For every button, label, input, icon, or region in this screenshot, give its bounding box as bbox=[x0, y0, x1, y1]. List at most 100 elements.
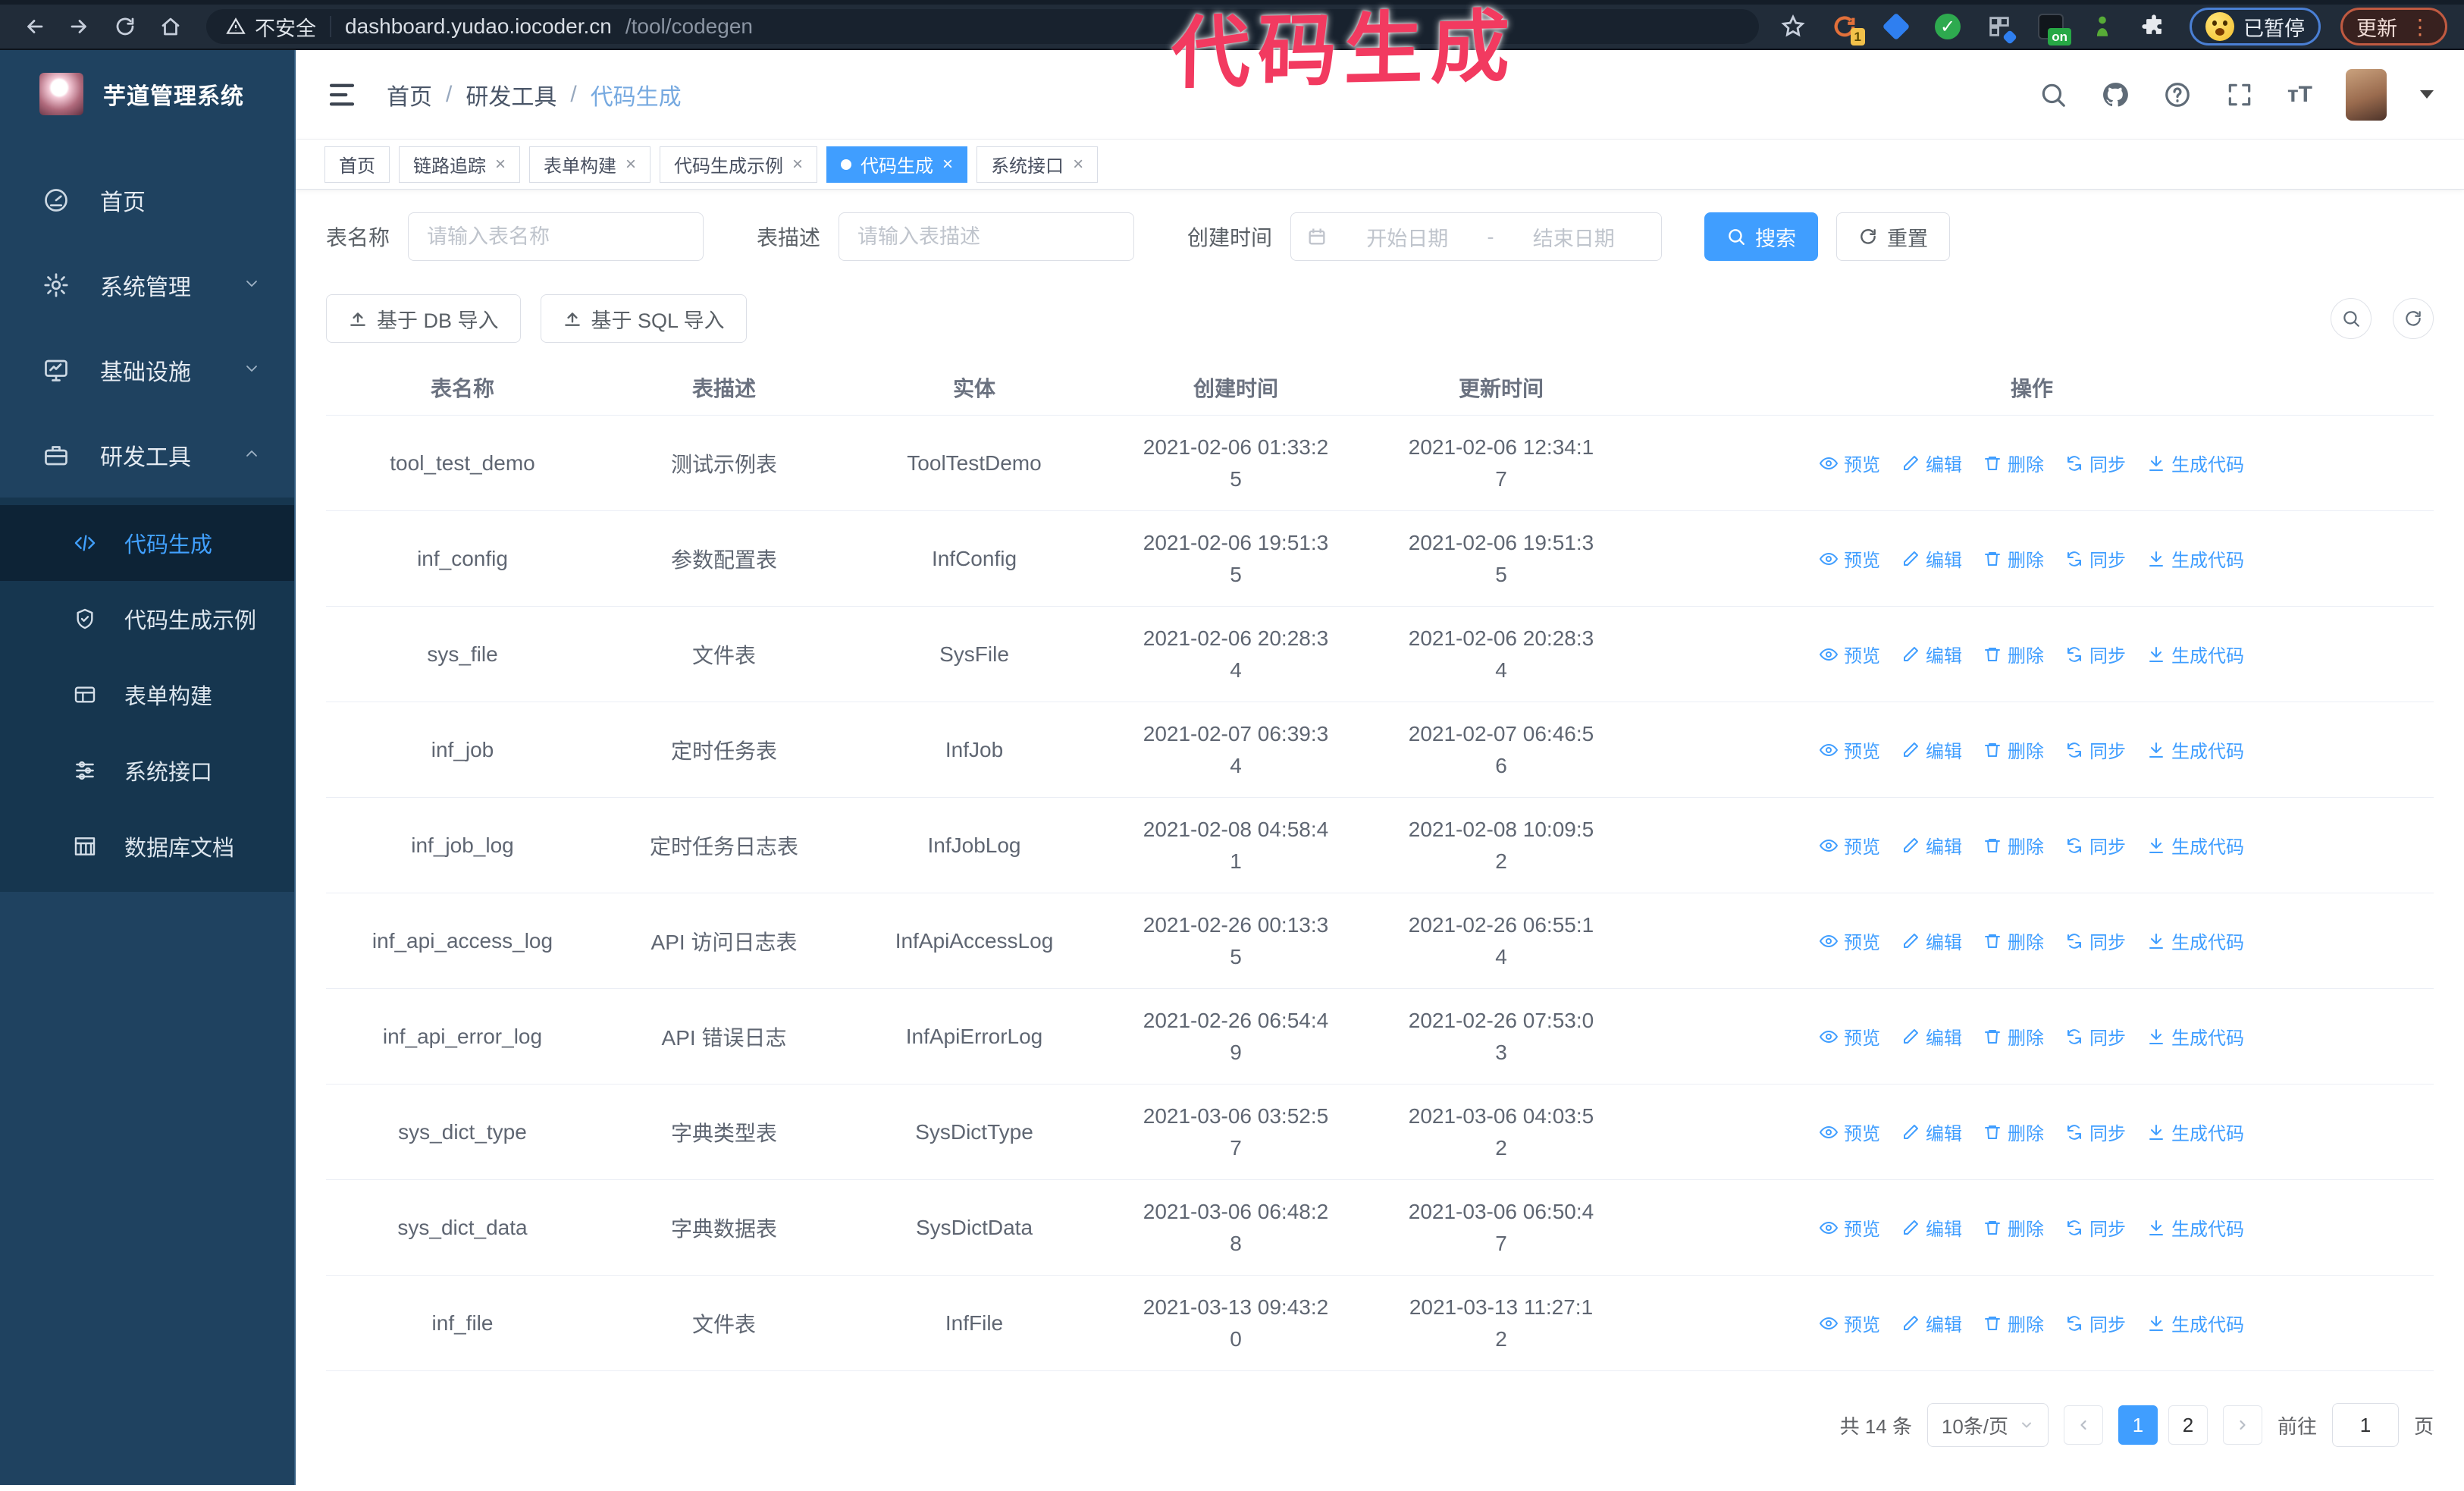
hamburger-icon[interactable] bbox=[326, 79, 358, 111]
action-preview[interactable]: 预览 bbox=[1820, 641, 1880, 667]
action-sync[interactable]: 同步 bbox=[2065, 1310, 2126, 1336]
action-delete[interactable]: 删除 bbox=[1983, 928, 2044, 954]
action-sync[interactable]: 同步 bbox=[2065, 1119, 2126, 1145]
action-sync[interactable]: 同步 bbox=[2065, 736, 2126, 763]
action-delete[interactable]: 删除 bbox=[1983, 641, 2044, 667]
action-sync[interactable]: 同步 bbox=[2065, 1214, 2126, 1241]
help-icon[interactable] bbox=[2163, 80, 2192, 109]
goto-page-input[interactable] bbox=[2331, 1403, 2399, 1447]
action-generate-code[interactable]: 生成代码 bbox=[2147, 1023, 2244, 1050]
action-generate-code[interactable]: 生成代码 bbox=[2147, 450, 2244, 476]
breadcrumb-home[interactable]: 首页 bbox=[387, 78, 432, 111]
font-size-icon[interactable]: тT bbox=[2287, 82, 2312, 108]
tab-item[interactable]: 代码生成示例 × bbox=[660, 146, 818, 183]
logo-row[interactable]: 芋道管理系统 bbox=[0, 50, 294, 138]
action-edit[interactable]: 编辑 bbox=[1901, 450, 1962, 476]
action-delete[interactable]: 删除 bbox=[1983, 545, 2044, 572]
sidebar-item-codegen[interactable]: 代码生成 bbox=[0, 505, 294, 581]
action-preview[interactable]: 预览 bbox=[1820, 1119, 1880, 1145]
action-edit[interactable]: 编辑 bbox=[1901, 832, 1962, 859]
extension-check-icon[interactable]: ✓ bbox=[1932, 11, 1964, 42]
forward-icon[interactable] bbox=[62, 9, 97, 44]
action-preview[interactable]: 预览 bbox=[1820, 736, 1880, 763]
action-sync[interactable]: 同步 bbox=[2065, 928, 2126, 954]
prev-page-button[interactable] bbox=[2063, 1405, 2103, 1445]
breadcrumb-devtools[interactable]: 研发工具 bbox=[466, 78, 556, 111]
action-preview[interactable]: 预览 bbox=[1820, 1214, 1880, 1241]
home-icon[interactable] bbox=[153, 9, 188, 44]
reload-icon[interactable] bbox=[108, 9, 143, 44]
close-icon[interactable]: × bbox=[495, 155, 506, 174]
tab-item[interactable]: 代码生成 × bbox=[826, 146, 968, 183]
action-edit[interactable]: 编辑 bbox=[1901, 1214, 1962, 1241]
refresh-table-button[interactable] bbox=[2393, 298, 2434, 339]
menu-dots-icon[interactable]: ⋮ bbox=[2409, 14, 2431, 39]
extension-dark-icon[interactable]: on bbox=[2035, 11, 2071, 46]
action-generate-code[interactable]: 生成代码 bbox=[2147, 736, 2244, 763]
bookmark-star-icon[interactable] bbox=[1777, 11, 1809, 42]
action-edit[interactable]: 编辑 bbox=[1901, 736, 1962, 763]
action-sync[interactable]: 同步 bbox=[2065, 832, 2126, 859]
update-button[interactable]: 更新 ⋮ bbox=[2340, 8, 2447, 46]
puzzle-icon[interactable] bbox=[2138, 11, 2170, 42]
extension-grid-icon[interactable] bbox=[1983, 11, 2017, 45]
action-edit[interactable]: 编辑 bbox=[1901, 1023, 1962, 1050]
action-sync[interactable]: 同步 bbox=[2065, 1023, 2126, 1050]
tab-item[interactable]: 首页 bbox=[324, 146, 390, 183]
action-delete[interactable]: 删除 bbox=[1983, 736, 2044, 763]
action-generate-code[interactable]: 生成代码 bbox=[2147, 1214, 2244, 1241]
extension-gem-icon[interactable] bbox=[1880, 11, 1912, 42]
address-bar[interactable]: 不安全 dashboard.yudao.iocoder.cn/tool/code… bbox=[206, 9, 1759, 44]
tab-item[interactable]: 表单构建 × bbox=[529, 146, 651, 183]
action-delete[interactable]: 删除 bbox=[1983, 1023, 2044, 1050]
action-delete[interactable]: 删除 bbox=[1983, 832, 2044, 859]
action-edit[interactable]: 编辑 bbox=[1901, 1119, 1962, 1145]
page-size-select[interactable]: 10条/页 bbox=[1926, 1403, 2049, 1447]
close-icon[interactable]: × bbox=[625, 155, 636, 174]
sidebar-item-infra[interactable]: 基础设施 bbox=[0, 328, 294, 413]
close-icon[interactable]: × bbox=[942, 155, 953, 174]
page-button-1[interactable]: 1 bbox=[2118, 1405, 2158, 1445]
action-sync[interactable]: 同步 bbox=[2065, 450, 2126, 476]
sidebar-item-codegen-example[interactable]: 代码生成示例 bbox=[0, 581, 294, 657]
action-generate-code[interactable]: 生成代码 bbox=[2147, 641, 2244, 667]
search-icon[interactable] bbox=[2039, 80, 2067, 109]
action-edit[interactable]: 编辑 bbox=[1901, 545, 1962, 572]
sidebar-item-db-doc[interactable]: 数据库文档 bbox=[0, 808, 294, 884]
sidebar-item-system-api[interactable]: 系统接口 bbox=[0, 733, 294, 808]
table-name-input[interactable] bbox=[408, 212, 704, 261]
sidebar-item-form-builder[interactable]: 表单构建 bbox=[0, 657, 294, 733]
extension-figure-icon[interactable] bbox=[2086, 11, 2118, 42]
page-button-2[interactable]: 2 bbox=[2168, 1405, 2208, 1445]
action-delete[interactable]: 删除 bbox=[1983, 1310, 2044, 1336]
action-preview[interactable]: 预览 bbox=[1820, 1023, 1880, 1050]
user-avatar[interactable] bbox=[2346, 68, 2387, 121]
sidebar-item-devtools[interactable]: 研发工具 bbox=[0, 413, 294, 498]
action-edit[interactable]: 编辑 bbox=[1901, 641, 1962, 667]
action-delete[interactable]: 删除 bbox=[1983, 450, 2044, 476]
import-db-button[interactable]: 基于 DB 导入 bbox=[326, 294, 521, 343]
tab-item[interactable]: 链路追踪 × bbox=[399, 146, 521, 183]
close-icon[interactable]: × bbox=[792, 155, 803, 174]
security-warning[interactable]: 不安全 bbox=[226, 12, 316, 42]
fullscreen-icon[interactable] bbox=[2225, 80, 2254, 109]
action-sync[interactable]: 同步 bbox=[2065, 641, 2126, 667]
back-icon[interactable] bbox=[17, 9, 52, 44]
close-icon[interactable]: × bbox=[1073, 155, 1083, 174]
next-page-button[interactable] bbox=[2222, 1405, 2262, 1445]
action-preview[interactable]: 预览 bbox=[1820, 832, 1880, 859]
action-edit[interactable]: 编辑 bbox=[1901, 1310, 1962, 1336]
action-preview[interactable]: 预览 bbox=[1820, 1310, 1880, 1336]
sidebar-item-home[interactable]: 首页 bbox=[0, 158, 294, 243]
action-generate-code[interactable]: 生成代码 bbox=[2147, 1310, 2244, 1336]
action-generate-code[interactable]: 生成代码 bbox=[2147, 928, 2244, 954]
action-edit[interactable]: 编辑 bbox=[1901, 928, 1962, 954]
action-generate-code[interactable]: 生成代码 bbox=[2147, 832, 2244, 859]
date-range-picker[interactable]: 开始日期 - 结束日期 bbox=[1290, 212, 1663, 261]
tab-item[interactable]: 系统接口 × bbox=[977, 146, 1099, 183]
action-preview[interactable]: 预览 bbox=[1820, 928, 1880, 954]
reset-button[interactable]: 重置 bbox=[1836, 212, 1951, 261]
extension-refresh-icon[interactable]: 1 bbox=[1829, 11, 1865, 46]
search-button[interactable]: 搜索 bbox=[1704, 212, 1819, 261]
action-preview[interactable]: 预览 bbox=[1820, 450, 1880, 476]
